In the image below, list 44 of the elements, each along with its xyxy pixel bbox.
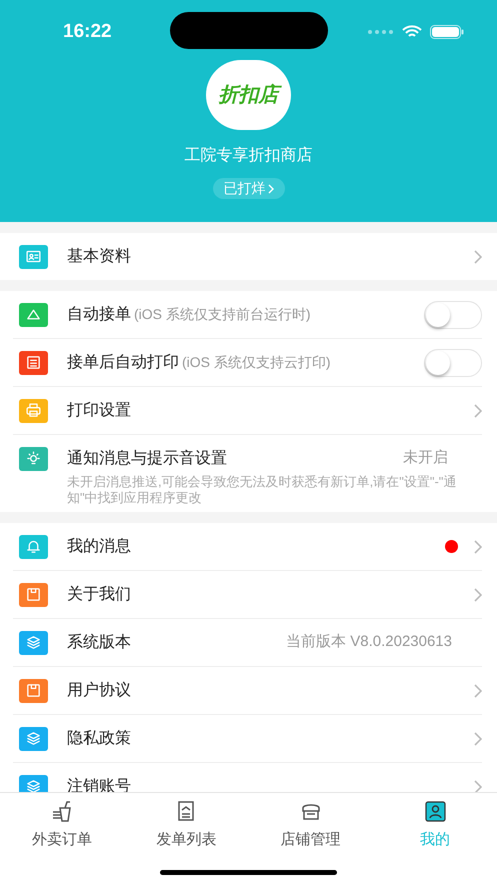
chevron-icon xyxy=(474,540,482,554)
tab-item[interactable]: 外卖订单 xyxy=(0,793,124,852)
row-note: (iOS 系统仅支持前台运行时) xyxy=(134,305,311,324)
row-label: 我的消息 xyxy=(67,536,131,556)
settings-row[interactable]: 基本资料 xyxy=(13,233,482,280)
battery-icon xyxy=(430,25,464,39)
chevron-icon xyxy=(474,732,482,746)
settings-row[interactable]: 系统版本 当前版本 V8.0.20230613 xyxy=(13,619,482,667)
chevron-icon xyxy=(474,684,482,698)
person-icon xyxy=(422,799,447,823)
wifi-icon xyxy=(402,25,422,39)
notice-text: 未开启消息推送,可能会导致您无法及时获悉有新订单,请在"设置"-"通知"中找到应用程序更改 xyxy=(66,474,458,507)
toggle-switch[interactable] xyxy=(424,300,482,328)
chevron-icon xyxy=(474,250,482,264)
settings-row[interactable]: 通知消息与提示音设置 未开启 未开启消息推送,可能会导致您无法及时获悉有新订单,请在"设置"-"通知"中找到应用程序更改 xyxy=(13,435,482,512)
chevron-icon xyxy=(474,404,482,418)
row-label: 关于我们 xyxy=(67,584,131,604)
settings-row[interactable]: 我的消息 xyxy=(13,523,482,571)
chevron-icon xyxy=(474,780,482,792)
row-label: 隐私政策 xyxy=(67,728,131,748)
row-note: (iOS 系统仅支持云打印) xyxy=(182,353,331,372)
row-label: 系统版本 xyxy=(67,632,131,652)
row-value: 未开启 xyxy=(403,448,448,468)
row-value: 当前版本 V8.0.20230613 xyxy=(286,632,452,652)
row-label: 打印设置 xyxy=(67,400,131,420)
status-time: 16:22 xyxy=(63,20,112,44)
row-label: 用户协议 xyxy=(67,680,131,700)
row-label: 基本资料 xyxy=(67,246,131,266)
settings-row[interactable]: 隐私政策 xyxy=(13,715,482,763)
settings-row[interactable]: 接单后自动打印 (iOS 系统仅支持云打印) xyxy=(13,339,482,387)
tab-item[interactable]: 店铺管理 xyxy=(248,793,373,852)
settings-row[interactable]: 用户协议 xyxy=(13,667,482,715)
row-label: 自动接单 xyxy=(67,304,131,324)
settings-row[interactable]: 关于我们 xyxy=(13,571,482,619)
row-label: 接单后自动打印 xyxy=(67,352,179,372)
chevron-icon xyxy=(474,588,482,602)
signal-icon xyxy=(368,30,394,34)
shop-name: 工院专享折扣商店 xyxy=(184,146,312,166)
shop-logo: 折扣店 xyxy=(206,60,291,130)
row-label: 通知消息与提示音设置 xyxy=(67,448,227,468)
settings-row[interactable]: 打印设置 xyxy=(13,387,482,435)
settings-row[interactable]: 自动接单 (iOS 系统仅支持前台运行时) xyxy=(13,291,482,339)
toggle-switch[interactable] xyxy=(424,348,482,376)
tab-item[interactable]: 发单列表 xyxy=(124,793,248,852)
